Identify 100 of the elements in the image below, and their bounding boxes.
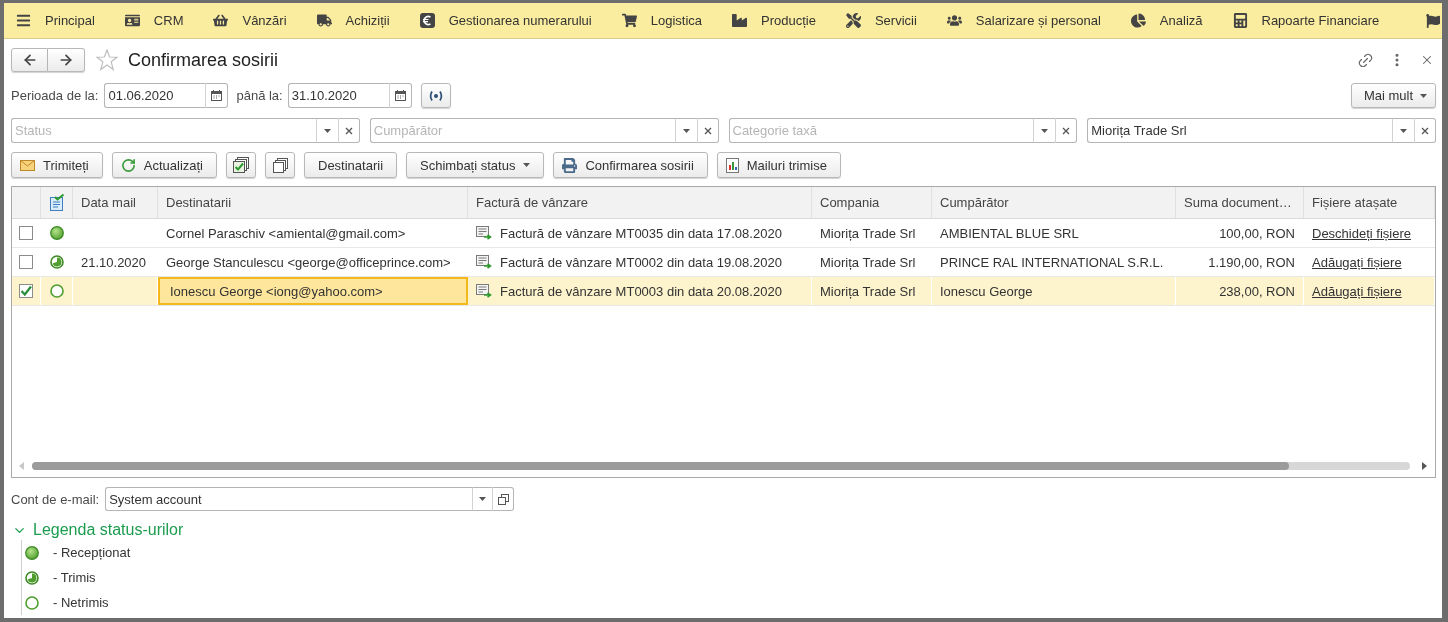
calendar-button[interactable] xyxy=(205,83,229,108)
legend-toggle[interactable]: Legenda status-urilor xyxy=(11,520,184,540)
calculator-icon xyxy=(1232,13,1248,28)
filter-field[interactable]: Cumpărător xyxy=(369,118,675,143)
checkbox[interactable] xyxy=(19,284,33,298)
refresh-icon xyxy=(120,157,136,173)
dropdown-button[interactable] xyxy=(315,118,338,143)
menu-item[interactable]: CRM xyxy=(124,13,184,28)
filter-field[interactable]: Miorița Trade Srl xyxy=(1087,118,1392,143)
column-header[interactable]: Destinatarii xyxy=(158,187,468,218)
factory-icon xyxy=(732,13,747,28)
table-cell: PRINCE RAL INTERNATIONAL S.R.L. xyxy=(932,248,1176,276)
clear-button[interactable] xyxy=(1414,118,1436,143)
column-header[interactable]: Suma document… xyxy=(1176,187,1304,218)
scroll-right-icon[interactable] xyxy=(1422,462,1427,470)
menu-item[interactable]: Salarizare și personal xyxy=(946,13,1101,28)
radio-waves-icon xyxy=(427,89,444,102)
table-cell: Ionescu George xyxy=(932,277,1176,305)
table-cell: 21.10.2020 xyxy=(73,248,158,276)
basket-icon xyxy=(213,13,229,28)
menu-item[interactable]: Producție xyxy=(732,13,816,28)
table-cell[interactable]: Cornel Paraschiv <amiental@gmail.com> xyxy=(158,219,468,247)
files-link[interactable]: Adăugați fișiere xyxy=(1312,254,1402,270)
menu-item[interactable]: Principal xyxy=(16,13,95,28)
table-cell: Factură de vânzare MT0003 din data 20.08.2020 xyxy=(500,283,782,299)
tools-icon xyxy=(845,13,861,28)
table-cell[interactable]: Ionescu George <iong@yahoo.com> xyxy=(158,277,468,305)
menu-item[interactable]: Vânzări xyxy=(213,13,287,28)
clear-button[interactable] xyxy=(696,118,719,143)
menu-item[interactable]: Logistica xyxy=(621,13,702,28)
caret-down-icon xyxy=(1420,93,1427,98)
table-cell: Factură de vânzare MT0035 din data 17.08.2020 xyxy=(500,225,782,241)
truck-icon xyxy=(316,13,332,28)
caret-down-icon xyxy=(1041,128,1049,133)
toolbar-button[interactable]: Confirmarea sosirii xyxy=(553,152,708,178)
clear-button[interactable] xyxy=(337,118,360,143)
star-icon[interactable] xyxy=(96,49,118,71)
caret-down-icon xyxy=(1400,128,1407,133)
people-icon xyxy=(946,13,962,28)
table-cell: 100,00, RON xyxy=(1176,219,1304,247)
calendar-button[interactable] xyxy=(388,83,412,108)
table-cell: Miorița Trade Srl xyxy=(812,277,932,305)
icon-button[interactable] xyxy=(265,152,295,178)
dropdown-button[interactable] xyxy=(1392,118,1414,143)
table-cell: Miorița Trade Srl xyxy=(812,219,932,247)
email-account-field[interactable]: System account xyxy=(105,487,473,511)
clear-icon xyxy=(703,126,712,135)
column-header[interactable]: Cumpărător xyxy=(932,187,1176,218)
menu-icon xyxy=(16,13,31,28)
form-title: Confirmarea sosirii xyxy=(128,49,279,71)
dropdown-button[interactable] xyxy=(674,118,697,143)
table-cell: 1.190,00, RON xyxy=(1176,248,1304,276)
flag-icon[interactable] xyxy=(1426,13,1440,28)
toolbar-button[interactable]: Destinatarii xyxy=(304,152,398,178)
period-button[interactable] xyxy=(420,83,451,108)
column-header[interactable]: Data mail xyxy=(73,187,158,218)
euro-icon xyxy=(419,13,435,28)
clear-button[interactable] xyxy=(1055,118,1078,143)
column-header[interactable]: Factură de vânzare xyxy=(468,187,812,218)
toolbar-button[interactable]: Actualizați xyxy=(111,152,217,178)
files-link[interactable]: Deschideți fișiere xyxy=(1312,225,1411,241)
more-button[interactable]: Mai mult xyxy=(1350,83,1436,108)
dropdown-button[interactable] xyxy=(472,487,493,511)
menu-item[interactable]: Servicii xyxy=(845,13,917,28)
bar-chart-icon xyxy=(725,157,739,173)
column-header[interactable]: Compania xyxy=(812,187,932,218)
hollow-status-icon xyxy=(49,284,64,298)
date-field[interactable]: 31.10.2020 xyxy=(287,83,389,108)
id-card-icon xyxy=(124,13,140,28)
table-cell: Miorița Trade Srl xyxy=(812,248,932,276)
clear-icon xyxy=(1062,126,1071,135)
checkbox[interactable] xyxy=(19,226,33,240)
calendar-icon xyxy=(211,90,223,101)
forward-button[interactable] xyxy=(48,48,85,72)
menu-item[interactable]: Rapoarte Financiare xyxy=(1232,13,1380,28)
checkbox[interactable] xyxy=(19,255,33,269)
pie-status-icon xyxy=(49,255,64,269)
toolbar-button[interactable]: Mailuri trimise xyxy=(716,152,841,178)
table-cell: AMBIENTAL BLUE SRL xyxy=(932,219,1176,247)
files-link[interactable]: Adăugați fișiere xyxy=(1312,283,1402,299)
menu-item[interactable]: Analiză xyxy=(1130,13,1203,28)
checked-windows-icon xyxy=(233,157,249,173)
menu-item[interactable]: Gestionarea numerarului xyxy=(419,13,592,28)
dropdown-button[interactable] xyxy=(1033,118,1056,143)
column-header[interactable]: Fișiere atașate xyxy=(1304,187,1435,218)
calendar-icon xyxy=(394,90,406,101)
table-cell[interactable]: George Stanculescu <george@officeprince.com> xyxy=(158,248,468,276)
menu-item[interactable]: Achiziții xyxy=(316,13,390,28)
close-icon[interactable] xyxy=(1420,53,1434,67)
toolbar-button[interactable]: Trimiteți xyxy=(11,152,103,178)
filter-field[interactable]: Status xyxy=(11,118,316,143)
icon-button[interactable] xyxy=(226,152,256,178)
open-button[interactable] xyxy=(492,487,515,511)
date-field[interactable]: 01.06.2020 xyxy=(104,83,206,108)
dropdown-button[interactable]: Schimbați status xyxy=(406,152,545,178)
envelope-icon xyxy=(20,159,35,171)
filter-field[interactable]: Categorie taxă xyxy=(728,118,1034,143)
back-button[interactable] xyxy=(11,48,48,72)
table-row[interactable]: Ionescu George <iong@yahoo.com> Factură de vânzare MT0003 din data 20.08.2020 Miorița Trade Srl Ionescu George 238,00, RON Adăugați fișiere xyxy=(12,277,1435,306)
caret-down-icon xyxy=(323,128,331,133)
